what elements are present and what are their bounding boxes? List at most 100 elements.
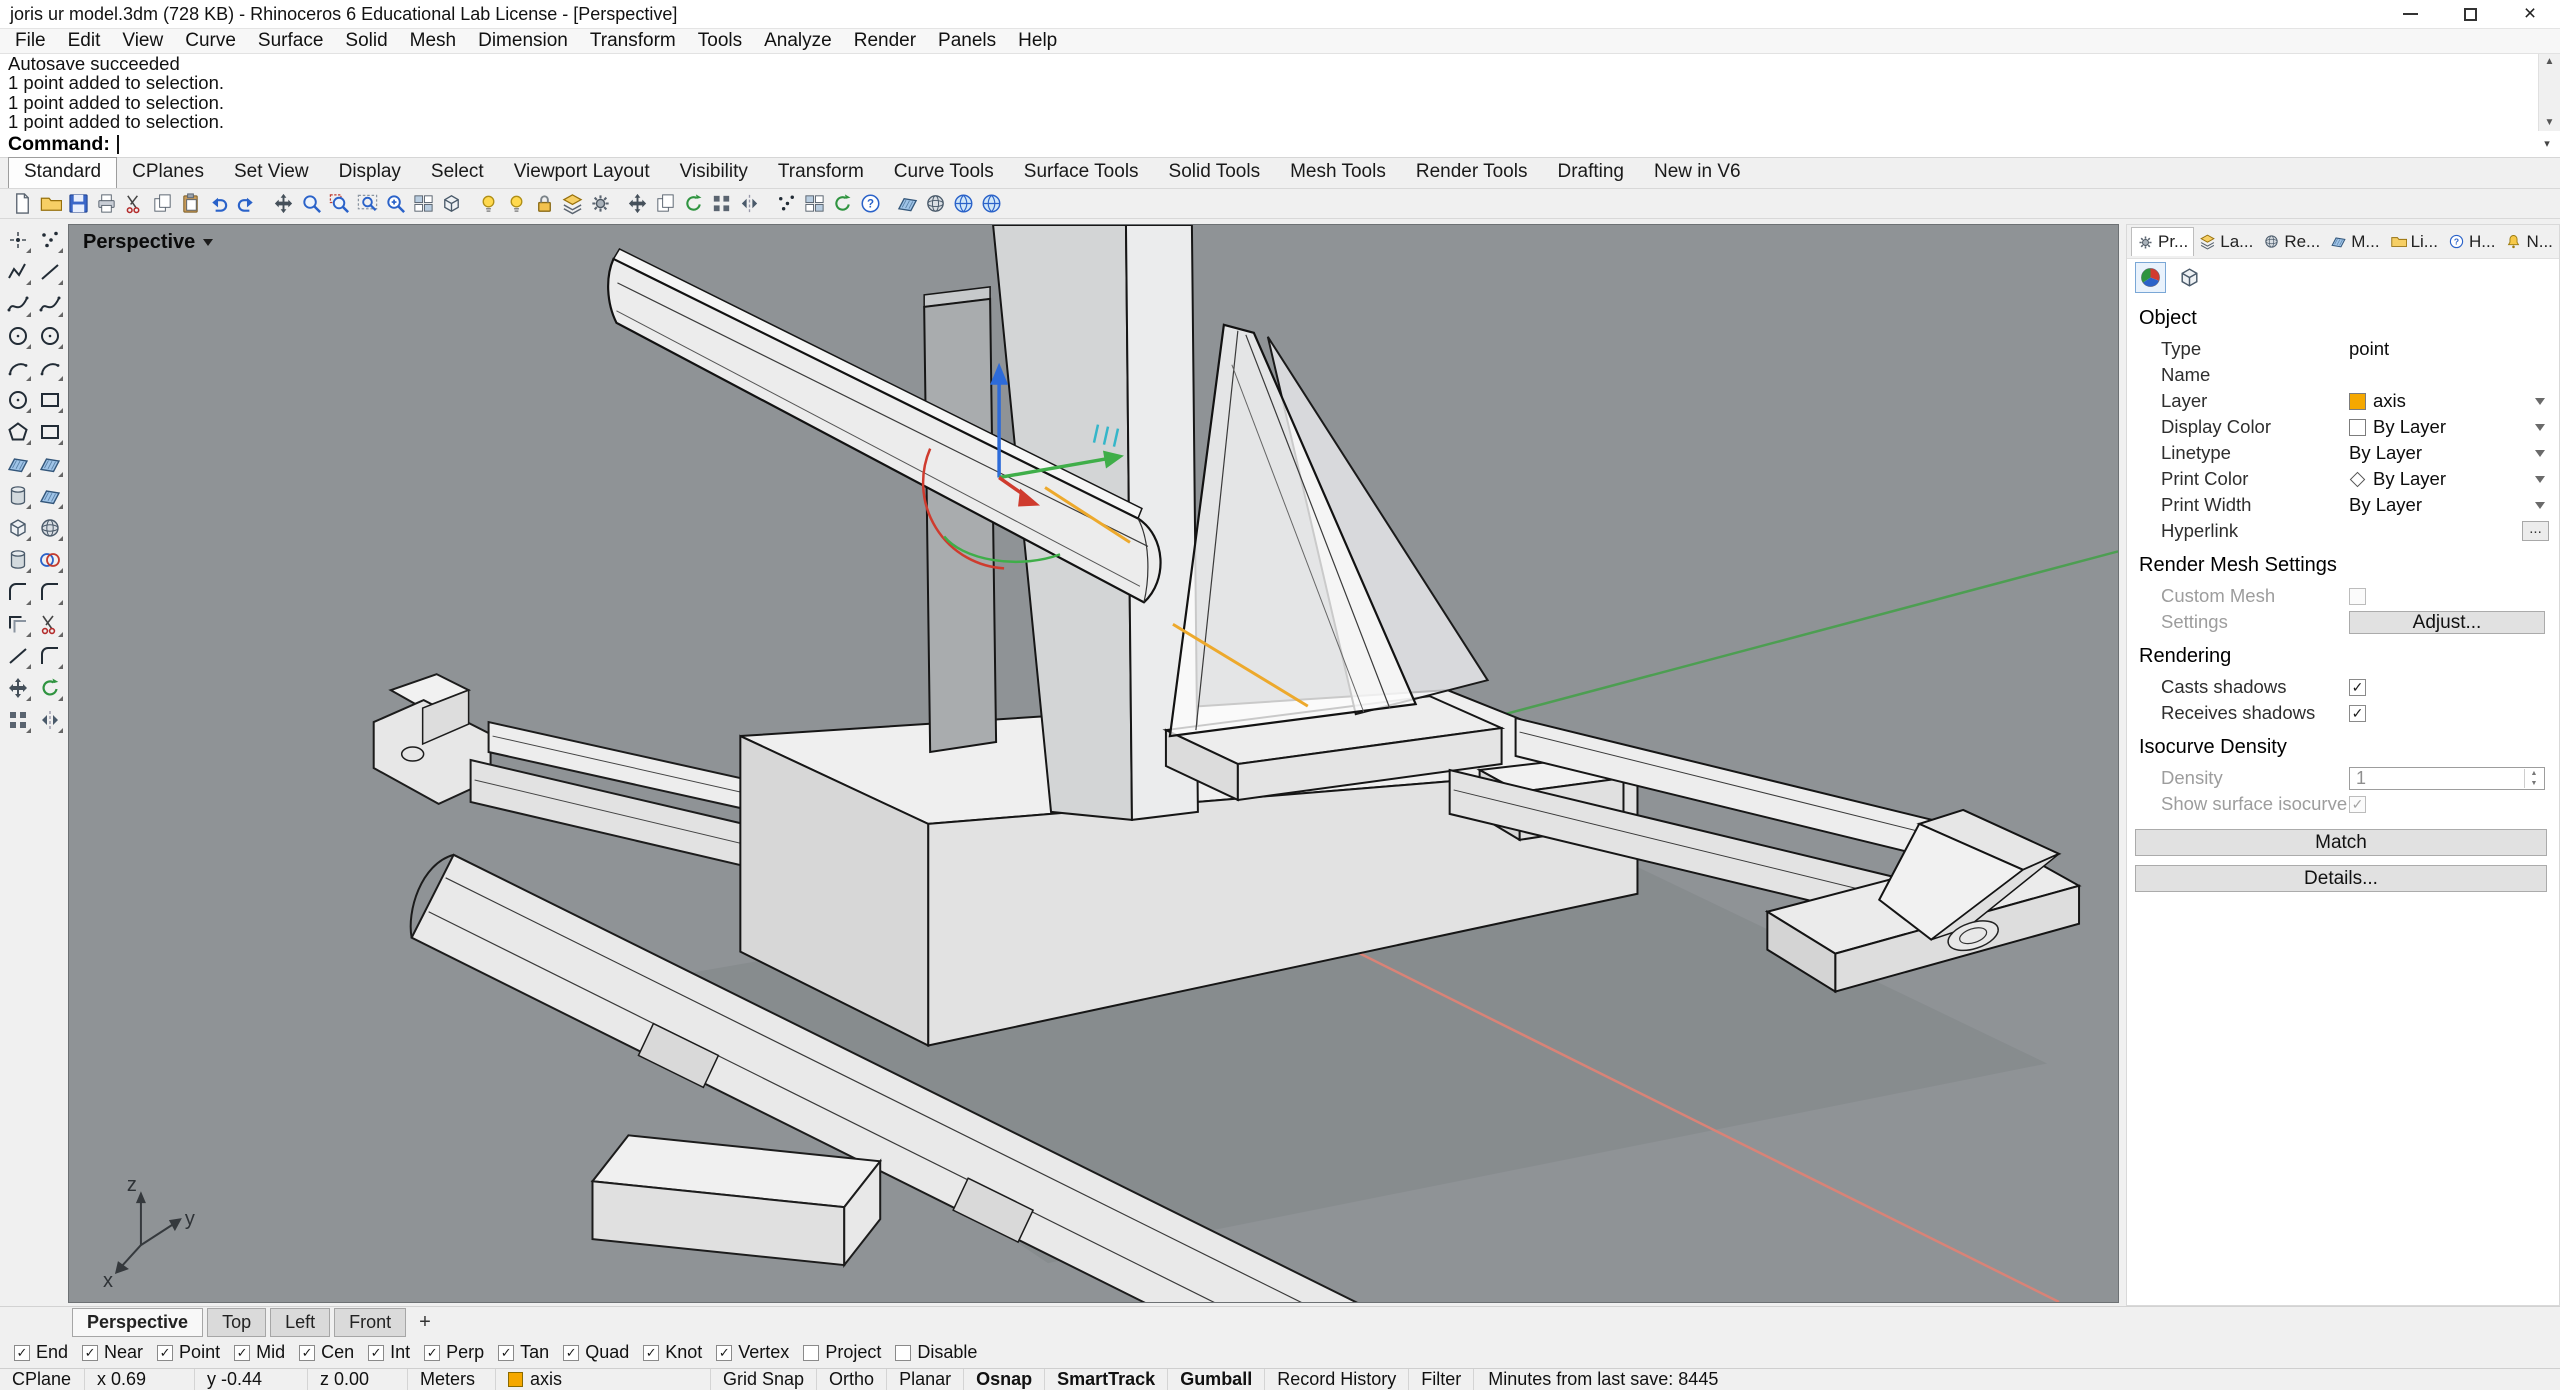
menu-item-transform[interactable]: Transform [579,30,687,52]
tool-polygon[interactable] [2,416,33,447]
checkbox-casts-shadows[interactable]: ✓ [2349,679,2366,696]
osnap-checkbox-project[interactable] [803,1345,819,1361]
toolbar-icon-move[interactable] [623,190,651,218]
status-units[interactable]: Meters [408,1369,496,1390]
osnap-checkbox-disable[interactable] [895,1345,911,1361]
tool-offset-curve[interactable] [2,608,33,639]
tool-circle-center[interactable] [2,320,33,351]
menu-item-mesh[interactable]: Mesh [399,30,467,52]
scroll-down-icon[interactable]: ▼ [2539,115,2560,131]
tool-curve-control-points[interactable] [34,288,65,319]
scroll-up-icon[interactable]: ▲ [2539,54,2560,70]
tool-arc-3pt[interactable] [34,352,65,383]
tool-surface-3pt[interactable] [2,448,33,479]
perspective-viewport[interactable]: z y x Perspective [68,224,2119,1303]
maximize-button[interactable] [2440,0,2500,28]
toolbar-icon-redo[interactable] [232,190,260,218]
status-z-coordinate[interactable]: z 0.00 [308,1369,408,1390]
status-toggle-osnap[interactable]: Osnap [964,1369,1045,1390]
osnap-tan[interactable]: ✓Tan [498,1342,549,1363]
tool-ellipse[interactable] [2,384,33,415]
property-value-print-width[interactable]: By Layer [2349,494,2422,516]
osnap-checkbox-int[interactable]: ✓ [368,1345,384,1361]
toolbar-icon-pan-view[interactable] [269,190,297,218]
osnap-end[interactable]: ✓End [14,1342,68,1363]
panel-tab-n[interactable]: N... [2500,228,2557,256]
color-swatch[interactable] [2349,419,2366,436]
tool-circle-diameter[interactable] [34,320,65,351]
status-cplane[interactable]: CPlane [0,1369,85,1390]
toolbar-tab-visibility[interactable]: Visibility [665,158,763,188]
object-filter-button[interactable] [2135,262,2166,293]
tool-extrude-curve[interactable] [2,480,33,511]
tool-patch[interactable] [34,480,65,511]
tool-box[interactable] [2,512,33,543]
toolbar-icon-open-file[interactable] [36,190,64,218]
osnap-int[interactable]: ✓Int [368,1342,410,1363]
print-color-swatch-icon[interactable] [2350,471,2366,487]
toolbar-icon-save[interactable] [64,190,92,218]
adjust-button[interactable]: Adjust... [2349,611,2545,634]
toolbar-tab-transform[interactable]: Transform [763,158,879,188]
tool-cylinder[interactable] [2,544,33,575]
status-x-coordinate[interactable]: x 0.69 [85,1369,195,1390]
tool-fillet-curve[interactable] [2,576,33,607]
toolbar-icon-osnap-settings[interactable] [772,190,800,218]
viewport-properties-button[interactable] [2174,262,2205,293]
viewport-tab-front[interactable]: Front [334,1308,406,1337]
property-value-linetype[interactable]: By Layer [2349,442,2422,464]
panel-tab-pr[interactable]: Pr... [2131,227,2194,256]
density-input[interactable]: 1▲▼ [2349,767,2545,790]
toolbar-icon-named-views[interactable] [437,190,465,218]
property-value-print-color[interactable]: By Layer [2349,468,2446,490]
toolbar-icon-new-file[interactable] [8,190,36,218]
details-button[interactable]: Details... [2135,865,2547,892]
density-spinner-icon[interactable]: ▲▼ [2524,769,2543,788]
panel-tab-li[interactable]: Li... [2385,228,2443,256]
property-value-layer[interactable]: axis [2349,390,2406,412]
tool-polyline[interactable] [2,256,33,287]
minimize-button[interactable] [2380,0,2440,28]
menu-item-view[interactable]: View [111,30,174,52]
tool-rounded-rectangle[interactable] [34,416,65,447]
osnap-vertex[interactable]: ✓Vertex [716,1342,789,1363]
tool-rectangle[interactable] [34,384,65,415]
dropdown-chevron-icon[interactable] [2535,450,2545,457]
status-toggle-filter[interactable]: Filter [1409,1369,1474,1390]
tool-boolean-union[interactable] [34,544,65,575]
command-popup-button[interactable]: ▾ [2537,134,2557,154]
tool-scale[interactable] [2,704,33,735]
status-toggle-ortho[interactable]: Ortho [817,1369,887,1390]
viewport-title[interactable]: Perspective [83,231,213,254]
toolbar-tab-select[interactable]: Select [416,158,499,188]
tool-rotate[interactable] [34,672,65,703]
toolbar-icon-print[interactable] [92,190,120,218]
property-value-display-color[interactable]: By Layer [2349,416,2446,438]
viewport-canvas[interactable]: z y x [69,225,2118,1302]
tool-curve-interpolate[interactable] [2,288,33,319]
tool-surface-from-curves[interactable] [34,448,65,479]
menu-item-file[interactable]: File [4,30,57,52]
tool-sphere[interactable] [34,512,65,543]
toolbar-icon-render-preview[interactable] [921,190,949,218]
panel-tab-la[interactable]: La... [2194,228,2258,256]
toolbar-icon-web-community[interactable] [977,190,1005,218]
toolbar-icon-lock-objects[interactable] [530,190,558,218]
dropdown-chevron-icon[interactable] [2535,398,2545,405]
viewport-tab-left[interactable]: Left [270,1308,330,1337]
menu-item-dimension[interactable]: Dimension [467,30,579,52]
menu-item-render[interactable]: Render [843,30,927,52]
osnap-checkbox-end[interactable]: ✓ [14,1345,30,1361]
menu-item-solid[interactable]: Solid [334,30,398,52]
dropdown-chevron-icon[interactable] [2535,424,2545,431]
osnap-cen[interactable]: ✓Cen [299,1342,354,1363]
toolbar-icon-gumball-toggle[interactable] [828,190,856,218]
toolbar-icon-scale[interactable] [707,190,735,218]
toolbar-icon-object-properties[interactable] [586,190,614,218]
toolbar-tab-render-tools[interactable]: Render Tools [1401,158,1543,188]
osnap-checkbox-quad[interactable]: ✓ [563,1345,579,1361]
toolbar-tab-set-view[interactable]: Set View [219,158,324,188]
toolbar-tab-drafting[interactable]: Drafting [1542,158,1639,188]
panel-tab-re[interactable]: Re... [2258,228,2325,256]
menu-item-analyze[interactable]: Analyze [753,30,843,52]
